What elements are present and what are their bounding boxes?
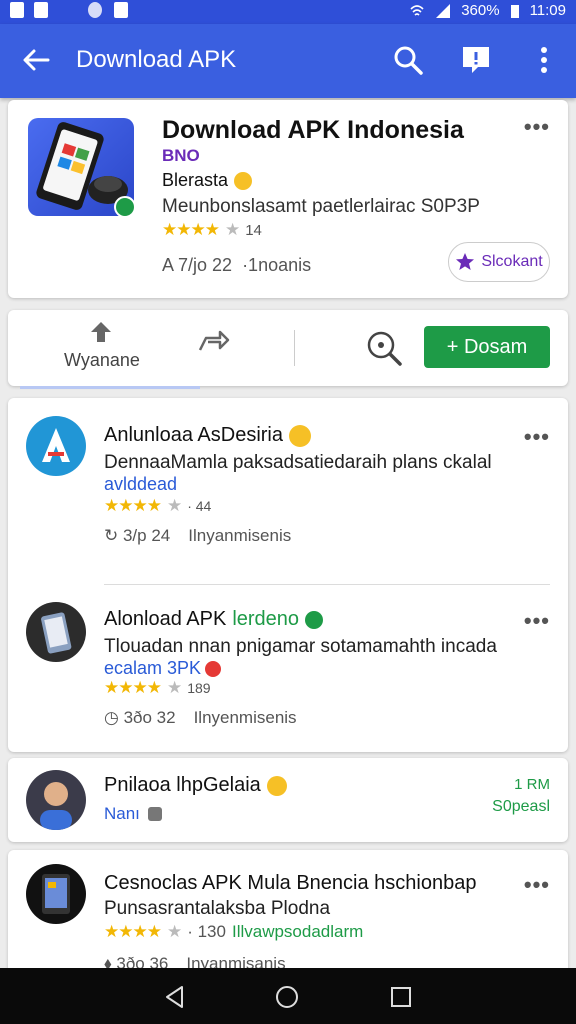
app-bar-title: Download APK (76, 46, 237, 73)
item-more-icon[interactable]: ••• (524, 872, 550, 898)
app-bar: Download APK (0, 24, 576, 98)
item-subtitle: Nanı (104, 804, 140, 823)
item-date-value: 3ðo 32 (123, 708, 176, 727)
star-icon (456, 253, 475, 270)
app-title: Download APK Indonesia (162, 116, 464, 144)
list-item[interactable]: Pnilaoa lhpGelaia Nanı 1 RM S0peasl (8, 758, 568, 842)
battery-icon (510, 4, 519, 18)
item-date-value: 3/p 24 (122, 526, 171, 545)
item-description: DennaaMamla paksadsatiedaraih plans ckal… (104, 452, 492, 473)
item-date: ◷ 3ðo 32 (104, 708, 176, 727)
smile-emoji-icon (289, 424, 311, 447)
install-button[interactable]: + Dosam (424, 326, 550, 368)
item-title: Anlunloaa AsDesiria (104, 424, 283, 446)
item-link[interactable]: ecalam 3PK (104, 658, 201, 679)
download-count: ·1noanis (242, 255, 312, 275)
item-date: ↻ 3/p 24 (104, 526, 171, 545)
rating-stars: ★★★★ (162, 220, 220, 239)
thinking-emoji-icon (266, 775, 287, 796)
nav-home-icon[interactable] (274, 984, 300, 1010)
item-downloads: Ilnyenmisenis (193, 708, 297, 727)
share-label[interactable]: Wyanane (52, 350, 152, 371)
item-rating: ★★★★ ★ · 130 Illvawpsodadlarm (104, 922, 363, 942)
zoom-search-icon[interactable] (364, 328, 404, 368)
search-icon[interactable] (390, 42, 426, 78)
app-logo-phone-icon (26, 602, 86, 662)
verified-badge-icon (114, 196, 136, 218)
wifi-icon (410, 4, 424, 16)
item-rating: ★★★★ ★ 189 (104, 678, 211, 698)
list-divider (104, 584, 550, 585)
puzzle-icon (147, 807, 162, 821)
rating-empty-star: ★ (166, 678, 182, 697)
app-detail-card[interactable]: Download APK Indonesia BNO Blerasta Meun… (8, 100, 568, 298)
notification-icon (10, 2, 24, 18)
rating-count: · 44 (187, 498, 212, 514)
overflow-menu-icon[interactable] (526, 42, 562, 78)
rating-stars: ★★★★ (104, 922, 162, 941)
item-description: Punsasrantalaksba Plodna (104, 898, 331, 919)
app-logo-a-icon (26, 416, 86, 476)
rating-count: · 130 (187, 922, 226, 941)
wishlist-label: Slcokant (481, 253, 543, 270)
rating-empty-star: ★ (166, 922, 182, 941)
release-date: A 7/jo 22 (162, 255, 233, 275)
item-open-link[interactable]: S0peasl (492, 798, 550, 816)
emoji-icon (234, 171, 253, 190)
rating-row: ★★★★ ★ 14 (162, 220, 262, 240)
app-category: Blerasta (162, 170, 229, 190)
rating-stars: ★★★★ (104, 678, 162, 697)
user-avatar (26, 770, 86, 830)
signal-icon (436, 3, 451, 18)
feedback-icon[interactable] (458, 42, 494, 78)
app-description: Meunbonslasamt paetlerlairac S0P3P (162, 196, 480, 217)
rating-empty-star: ★ (224, 220, 240, 239)
item-more-icon[interactable]: ••• (524, 424, 550, 450)
rating-stars: ★★★★ (104, 496, 162, 515)
sd-card-icon (34, 2, 48, 18)
app-list-card: Anlunloaa AsDesiria DennaaMamla paksadsa… (8, 398, 568, 752)
item-link[interactable]: Illvawpsodadlarm (232, 922, 363, 942)
share-icon[interactable] (86, 320, 116, 346)
fire-icon (205, 660, 222, 677)
item-size: 1 RM (514, 776, 550, 793)
item-link[interactable]: avlddead (104, 474, 177, 495)
list-item[interactable]: Anlunloaa AsDesiria DennaaMamla paksadsa… (8, 398, 568, 583)
settings-icon (88, 2, 102, 18)
more-options-icon[interactable]: ••• (524, 114, 550, 140)
item-more-icon[interactable]: ••• (524, 608, 550, 634)
rating-count: 14 (245, 221, 262, 239)
item-description: Tlouadan nnan pnigamar sotamamahth incad… (104, 636, 497, 657)
nav-recents-icon[interactable] (388, 984, 414, 1010)
battery-level: 360% (461, 2, 500, 19)
wishlist-button[interactable]: Slcokant (448, 242, 550, 282)
action-divider (294, 330, 295, 366)
item-rating: ★★★★ ★ · 44 (104, 496, 211, 516)
list-item[interactable]: Alonload APK lerdeno Tlouadan nnan pniga… (8, 586, 568, 752)
rating-empty-star: ★ (166, 496, 182, 515)
item-title: Cesnoclas APK Mula Bnencia hschionbap (104, 872, 477, 894)
action-bar: Wyanane + Dosam (8, 310, 568, 386)
rating-count: 189 (187, 680, 211, 696)
forward-icon[interactable] (196, 324, 230, 354)
item-title: Pnilaoa lhpGelaia (104, 774, 261, 796)
status-bar: 360% 11:09 (0, 0, 576, 24)
verified-icon (305, 610, 324, 629)
system-navigation-bar (0, 968, 576, 1024)
item-title-accent: lerdeno (232, 608, 300, 630)
progress-indicator (20, 386, 200, 389)
back-arrow-icon[interactable] (20, 44, 52, 76)
item-downloads: Ilnyanmisenis (188, 526, 292, 545)
download-notification-icon (114, 2, 128, 18)
clock: 11:09 (529, 2, 566, 19)
developer-code[interactable]: BNO (162, 146, 200, 166)
item-title: Alonload APK (104, 608, 227, 630)
nav-back-icon[interactable] (162, 984, 188, 1010)
app-logo-tablet-icon (26, 864, 86, 924)
